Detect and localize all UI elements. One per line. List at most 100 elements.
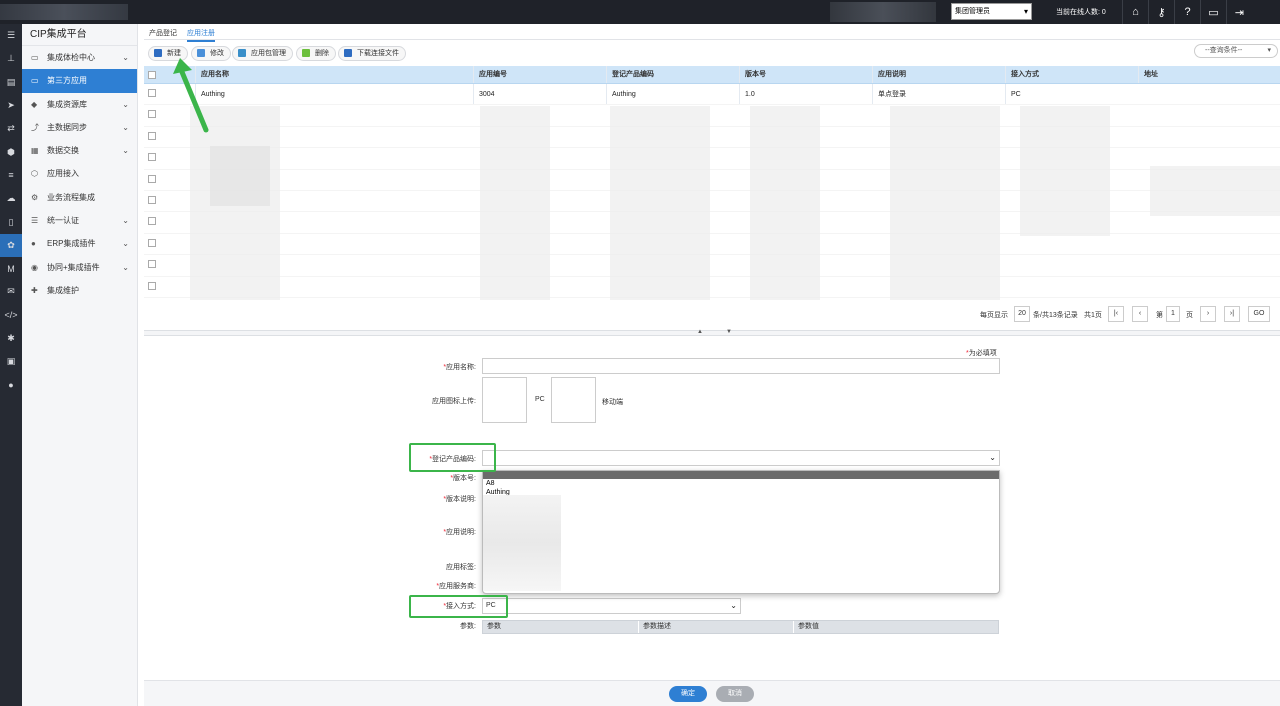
row-checkbox[interactable] — [148, 89, 156, 97]
row-checkbox[interactable] — [148, 281, 156, 290]
page-number-input[interactable]: 1 — [1166, 306, 1180, 322]
table-row[interactable] — [144, 191, 1280, 213]
collapse-down-icon[interactable]: ▼ — [726, 329, 732, 335]
col-app-name[interactable]: 应用名称 — [195, 66, 473, 83]
dropdown-option[interactable]: A8 — [483, 479, 999, 488]
col-product-code[interactable]: 登记产品编码 — [606, 66, 739, 83]
nav-item-process-integration[interactable]: ⚙ 业务流程集成 — [22, 186, 137, 209]
cube-icon[interactable]: ⬢ — [0, 140, 22, 163]
row-checkbox[interactable] — [148, 131, 156, 140]
product-code-select[interactable]: ⌄ — [482, 450, 1000, 466]
per-page-select[interactable]: 20 — [1014, 306, 1030, 322]
layers-icon[interactable]: ≡ — [0, 164, 22, 187]
nav-item-app-access[interactable]: ⬡ 应用接入 — [22, 162, 137, 185]
wrench-icon: ✚ — [31, 285, 38, 295]
col-version[interactable]: 版本号 — [739, 66, 872, 83]
row-checkbox[interactable] — [148, 195, 156, 204]
nav-item-collab-plugin[interactable]: ◉ 协同+集成插件 ⌄ — [22, 256, 137, 279]
row-checkbox[interactable] — [148, 110, 156, 119]
register-form: *为必填项 *应用名称: 应用图标上传: PC 移动端 *登记产品编码: ⌄ *… — [144, 336, 1280, 678]
row-checkbox[interactable] — [148, 153, 156, 162]
nav-item-maintenance[interactable]: ✚ 集成维护 — [22, 279, 137, 302]
tab-app-registration[interactable]: 应用注册 — [187, 28, 215, 42]
package-manage-button[interactable]: 应用包管理 — [232, 46, 293, 61]
prev-page-button[interactable]: ‹ — [1132, 306, 1148, 322]
delete-button[interactable]: 删除 — [296, 46, 336, 61]
nav-item-master-data-sync[interactable]: ⤴ 主数据同步 ⌄ — [22, 116, 137, 139]
first-page-button[interactable]: |‹ — [1108, 306, 1124, 322]
m-icon[interactable]: M — [0, 257, 22, 280]
nav-item-resource-library[interactable]: ◆ 集成资源库 ⌄ — [22, 93, 137, 116]
exchange-icon[interactable]: ⇄ — [0, 117, 22, 140]
key-icon[interactable]: ⚷ — [1148, 0, 1174, 24]
go-button[interactable]: GO — [1248, 306, 1270, 322]
new-button[interactable]: 新建 — [148, 46, 188, 61]
table-row[interactable] — [144, 212, 1280, 234]
org-icon[interactable]: ⊥ — [0, 47, 22, 70]
dashboard-icon[interactable]: ▤ — [0, 71, 22, 94]
chevron-down-icon: ▾ — [1023, 7, 1028, 16]
download-icon — [344, 49, 352, 57]
confirm-button[interactable]: 确定 — [669, 686, 707, 702]
col-app-desc[interactable]: 应用说明 — [872, 66, 1005, 83]
download-button[interactable]: 下载连接文件 — [338, 46, 406, 61]
table-row[interactable] — [144, 170, 1280, 191]
table-row[interactable] — [144, 127, 1280, 149]
table-row[interactable] — [144, 148, 1280, 170]
help-icon[interactable]: ? — [1174, 0, 1200, 24]
chat-icon[interactable]: ✉ — [0, 280, 22, 303]
pc-icon-upload[interactable] — [482, 377, 527, 423]
nav-item-unified-auth[interactable]: ☰ 统一认证 ⌄ — [22, 209, 137, 232]
nav-item-erp-plugin[interactable]: ● ERP集成插件 ⌄ — [22, 232, 137, 255]
row-checkbox[interactable] — [148, 238, 156, 247]
apps-icon[interactable]: ✿ — [0, 233, 22, 257]
col-access[interactable]: 接入方式 — [1005, 66, 1138, 83]
app-name-input[interactable] — [482, 358, 1000, 374]
table-row[interactable] — [144, 234, 1280, 256]
row-checkbox[interactable] — [148, 174, 156, 183]
nav-item-third-party-apps[interactable]: ▭ 第三方应用 — [22, 69, 137, 93]
main-content: 产品登记 应用注册 新建 修改 应用包管理 删除 下载连接文件 --查询条件--… — [144, 24, 1280, 706]
col-address[interactable]: 地址 — [1138, 66, 1280, 83]
mobile-icon-upload[interactable] — [551, 377, 596, 423]
logo-blurred — [0, 4, 128, 20]
document-icon[interactable]: ▯ — [0, 210, 22, 233]
next-page-button[interactable]: › — [1200, 306, 1216, 322]
row-checkbox[interactable] — [148, 260, 156, 269]
send-icon[interactable]: ➤ — [0, 94, 22, 117]
logout-icon[interactable]: ⇥ — [1226, 0, 1252, 24]
label-version: *版本号: — [450, 475, 476, 482]
label-icon-upload: 应用图标上传: — [432, 398, 476, 405]
tab-product-registration[interactable]: 产品登记 — [149, 28, 177, 38]
flow-icon: ⚙ — [31, 192, 39, 202]
edit-button[interactable]: 修改 — [191, 46, 231, 61]
col-app-no[interactable]: 应用编号 — [473, 66, 606, 83]
highlight-product-code — [409, 443, 496, 472]
cancel-button[interactable]: 取消 — [716, 686, 754, 702]
table-row[interactable] — [144, 255, 1280, 277]
access-select[interactable]: PC ⌄ — [482, 598, 741, 614]
dropdown-selected-row[interactable] — [483, 471, 999, 479]
menu-icon[interactable]: ☰ — [0, 24, 22, 47]
table-row[interactable] — [144, 277, 1280, 298]
home-icon[interactable]: ⌂ — [1122, 0, 1148, 24]
collapse-up-icon[interactable]: ▲ — [697, 329, 703, 335]
nav-item-health-center[interactable]: ▭ 集成体检中心 ⌄ — [22, 46, 137, 69]
table-header: 应用名称 应用编号 登记产品编码 版本号 应用说明 接入方式 地址 — [144, 66, 1280, 84]
monitor-icon[interactable]: ▭ — [1200, 0, 1226, 24]
select-all-checkbox[interactable] — [148, 71, 156, 79]
gear-icon[interactable]: ✱ — [0, 327, 22, 350]
user-icon[interactable]: ● — [0, 373, 22, 396]
desktop-icon[interactable]: ▣ — [0, 350, 22, 373]
role-select[interactable]: 集团管理员 ▾ — [951, 3, 1032, 20]
nav-item-data-exchange[interactable]: ▦ 数据交换 ⌄ — [22, 139, 137, 162]
table-row[interactable] — [144, 105, 1280, 127]
cloud-icon[interactable]: ☁ — [0, 187, 22, 210]
table-row[interactable]: Authing 3004 Authing 1.0 单点登录 PC — [144, 84, 1280, 106]
chevron-down-icon: ⌄ — [122, 262, 129, 272]
query-condition-select[interactable]: --查询条件-- ▾ — [1194, 44, 1278, 58]
code-icon[interactable]: </> — [0, 304, 22, 327]
last-page-button[interactable]: ›| — [1224, 306, 1240, 322]
cube-icon: ⬡ — [31, 169, 38, 179]
row-checkbox[interactable] — [148, 217, 156, 226]
